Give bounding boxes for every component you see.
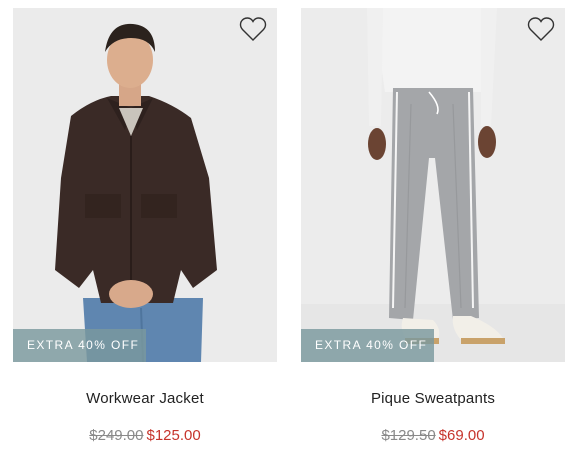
sale-price: $125.00 (146, 427, 201, 444)
wishlist-heart-icon[interactable] (239, 16, 267, 42)
product-name[interactable]: Pique Sweatpants (301, 390, 565, 407)
original-price: $249.00 (89, 427, 144, 444)
original-price: $129.50 (381, 427, 436, 444)
product-card-pique-sweatpants: EXTRA 40% OFF Pique Sweatpants $129.50 $6… (301, 0, 565, 452)
price-block: $129.50 $69.00 (301, 427, 565, 444)
product-grid: EXTRA 40% OFF Workwear Jacket $249.00 $12… (0, 0, 576, 452)
promo-badge: EXTRA 40% OFF (301, 329, 434, 362)
sale-price: $69.00 (438, 427, 485, 444)
wishlist-heart-icon[interactable] (527, 16, 555, 42)
product-image[interactable]: EXTRA 40% OFF (13, 8, 277, 362)
sweatpants-model-photo (301, 8, 565, 362)
jacket-model-photo (13, 8, 277, 362)
price-block: $249.00 $125.00 (13, 427, 277, 444)
promo-badge: EXTRA 40% OFF (13, 329, 146, 362)
product-name[interactable]: Workwear Jacket (13, 390, 277, 407)
product-image[interactable]: EXTRA 40% OFF (301, 8, 565, 362)
product-card-workwear-jacket: EXTRA 40% OFF Workwear Jacket $249.00 $12… (13, 0, 277, 452)
